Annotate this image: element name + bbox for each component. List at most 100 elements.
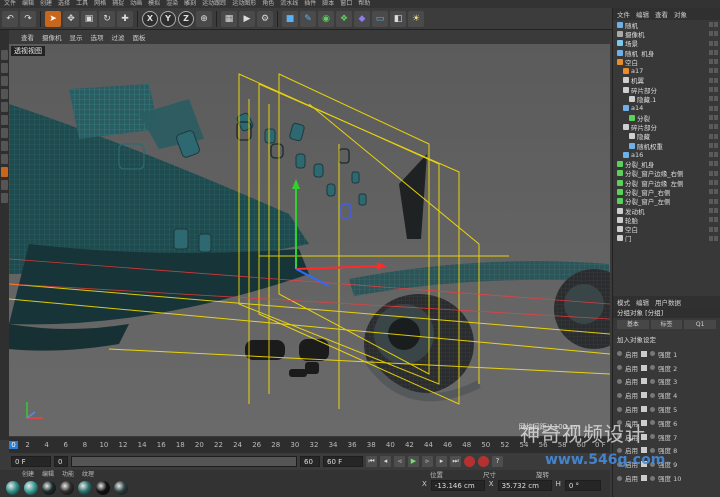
attribute-tab[interactable]: 模式	[617, 297, 630, 307]
edges-mode-icon[interactable]	[1, 115, 8, 125]
object-visibility-flags[interactable]	[709, 170, 718, 176]
object-tree-item[interactable]: 隐藏	[613, 132, 720, 141]
object-tree-item[interactable]: 门	[613, 234, 720, 243]
menu-item[interactable]: 插件	[304, 0, 316, 8]
object-visibility-flags[interactable]	[709, 207, 718, 213]
object-visibility-flags[interactable]	[709, 180, 718, 186]
material-swatch[interactable]	[78, 481, 92, 495]
render-view-icon[interactable]: ▶	[239, 10, 255, 27]
viewport-menu-item[interactable]: 选项	[91, 32, 104, 44]
attribute-subtab[interactable]: Q1	[684, 320, 717, 329]
object-manager-tab[interactable]: 查看	[655, 9, 668, 19]
auto-key-icon[interactable]	[478, 455, 489, 467]
enable-checkbox[interactable]	[641, 406, 647, 413]
animate-dot-icon[interactable]	[617, 475, 622, 481]
object-tree-item[interactable]: 场景	[613, 39, 720, 48]
undo-icon[interactable]: ↶	[2, 10, 18, 27]
model-mode-icon[interactable]	[1, 63, 8, 73]
object-visibility-flags[interactable]	[709, 49, 718, 55]
object-tree-item[interactable]: 机翼	[613, 76, 720, 85]
menu-item[interactable]: 编辑	[22, 0, 34, 8]
object-visibility-flags[interactable]	[709, 217, 718, 223]
prev-key-icon[interactable]: ◂	[380, 455, 391, 467]
go-to-end-icon[interactable]: ⏭	[450, 455, 461, 467]
object-tree-item[interactable]: 分裂_窗户_左侧	[613, 197, 720, 206]
object-manager-tab[interactable]: 文件	[617, 9, 630, 19]
material-menu-item[interactable]: 纹理	[82, 470, 94, 479]
material-swatch[interactable]	[114, 481, 128, 495]
timeline-playhead[interactable]: 0	[9, 441, 18, 449]
floor-icon[interactable]: ▭	[372, 10, 388, 27]
object-visibility-flags[interactable]	[709, 226, 718, 232]
move-tool-icon[interactable]: ✥	[63, 10, 79, 27]
points-mode-icon[interactable]	[1, 102, 8, 112]
attribute-tab[interactable]: 用户数据	[655, 297, 681, 307]
object-tree-item[interactable]: 碎片部分	[613, 122, 720, 132]
object-visibility-flags[interactable]	[709, 142, 718, 148]
record-key-icon[interactable]	[464, 455, 475, 467]
attribute-tab[interactable]: 编辑	[636, 297, 649, 307]
enable-checkbox[interactable]	[641, 364, 647, 371]
render-region-icon[interactable]: ▦	[221, 10, 237, 27]
object-manager-tab[interactable]: 编辑	[636, 9, 649, 19]
object-visibility-flags[interactable]	[709, 114, 718, 120]
object-visibility-flags[interactable]	[709, 96, 718, 102]
viewport-menu-item[interactable]: 过滤	[112, 32, 125, 44]
menu-item[interactable]: 流水线	[280, 0, 298, 8]
material-swatch[interactable]	[42, 481, 56, 495]
object-visibility-flags[interactable]	[709, 31, 718, 37]
y-axis-lock-button[interactable]: Y	[160, 10, 176, 27]
material-swatch[interactable]	[24, 481, 38, 495]
object-tree-item[interactable]: a16	[613, 150, 720, 159]
object-tree-item[interactable]: 随机	[613, 20, 720, 29]
material-menu-item[interactable]: 编辑	[42, 470, 54, 479]
animate-dot-icon[interactable]	[650, 378, 655, 384]
menu-item[interactable]: 创建	[40, 0, 52, 8]
animate-dot-icon[interactable]	[650, 365, 655, 371]
object-visibility-flags[interactable]	[709, 152, 718, 158]
menu-item[interactable]: 网格	[94, 0, 106, 8]
tweak-mode-icon[interactable]	[1, 154, 8, 164]
object-visibility-flags[interactable]	[709, 68, 718, 74]
material-swatch[interactable]	[96, 481, 110, 495]
object-tree-item[interactable]: 分裂_窗户边缘_左侧	[613, 178, 720, 187]
render-settings-icon[interactable]: ⚙	[257, 10, 273, 27]
rotate-tool-icon[interactable]: ↻	[99, 10, 115, 27]
texture-mode-icon[interactable]	[1, 76, 8, 86]
range-end-field[interactable]: 60 F	[300, 455, 320, 477]
object-tree-item[interactable]: a14	[613, 104, 720, 113]
object-tree-item[interactable]: 分裂_窗户边缘_右侧	[613, 169, 720, 178]
snap-icon[interactable]	[1, 167, 8, 177]
animate-dot-icon[interactable]	[650, 406, 655, 412]
menu-item[interactable]: 脚本	[322, 0, 334, 8]
viewport-menu-item[interactable]: 查看	[21, 32, 34, 44]
material-menu-item[interactable]: 创建	[22, 470, 34, 479]
attribute-subtab[interactable]: 标签	[650, 320, 683, 329]
object-visibility-flags[interactable]	[709, 87, 718, 93]
object-tree-item[interactable]: 摄像机	[613, 29, 720, 39]
menu-item[interactable]: 捕捉	[112, 0, 124, 8]
object-tree-item[interactable]: 分裂	[613, 113, 720, 122]
object-visibility-flags[interactable]	[709, 198, 718, 204]
object-tree-item[interactable]: 空白	[613, 57, 720, 66]
object-visibility-flags[interactable]	[709, 77, 718, 83]
attribute-subtab[interactable]: 基本	[617, 320, 649, 329]
animate-dot-icon[interactable]	[617, 351, 622, 357]
menu-item[interactable]: 帮助	[358, 0, 370, 8]
object-visibility-flags[interactable]	[709, 235, 718, 241]
animate-dot-icon[interactable]	[617, 406, 622, 412]
menu-item[interactable]: 运动图形	[232, 0, 256, 8]
enable-checkbox[interactable]	[641, 475, 647, 482]
position-x-field[interactable]: -13.146 cm	[430, 480, 485, 491]
animate-dot-icon[interactable]	[650, 351, 655, 357]
material-menu-item[interactable]: 功能	[62, 470, 74, 479]
menu-item[interactable]: 角色	[262, 0, 274, 8]
prev-frame-icon[interactable]: ◃	[394, 455, 405, 467]
viewport-menu-item[interactable]: 摄像机	[42, 32, 62, 44]
menu-item[interactable]: 动画	[130, 0, 142, 8]
light-icon[interactable]: ☀	[408, 10, 424, 27]
animate-dot-icon[interactable]	[650, 475, 655, 481]
enable-checkbox[interactable]	[641, 350, 647, 357]
object-tree-item[interactable]: 碎片部分	[613, 85, 720, 94]
viewport-menu-item[interactable]: 面板	[133, 32, 146, 44]
